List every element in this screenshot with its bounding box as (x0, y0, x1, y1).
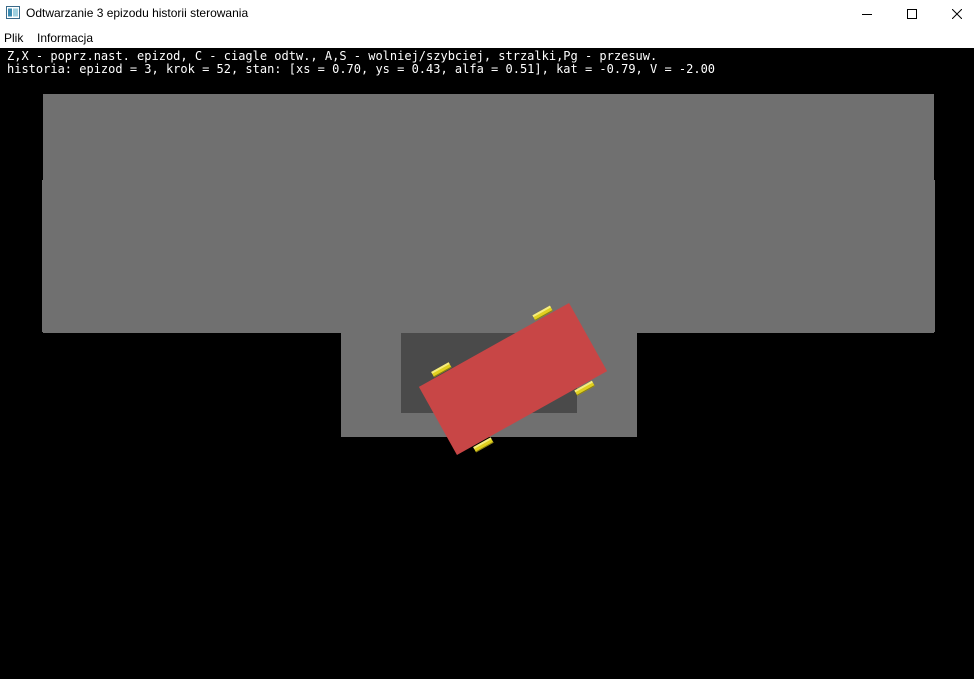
road-area (43, 94, 934, 333)
title-bar: Odtwarzanie 3 epizodu historii sterowani… (0, 0, 974, 28)
road-edge-right (932, 180, 935, 332)
parking-scene (42, 94, 935, 455)
menu-informacja[interactable]: Informacja (37, 31, 93, 45)
road-edge-left (42, 180, 44, 332)
window-title: Odtwarzanie 3 epizodu historii sterowani… (26, 6, 249, 20)
maximize-icon (907, 9, 917, 19)
menu-bar: Plik Informacja (0, 28, 974, 48)
close-button[interactable] (934, 0, 974, 28)
simulation-viewport[interactable]: Z,X - poprz.nast. epizod, C - ciagle odt… (0, 48, 974, 679)
close-icon (952, 9, 962, 19)
app-window-icon (6, 6, 20, 19)
maximize-button[interactable] (889, 0, 935, 28)
hud-state-readout: historia: epizod = 3, krok = 52, stan: [… (7, 62, 716, 76)
minimize-button[interactable] (844, 0, 890, 28)
menu-plik[interactable]: Plik (4, 31, 23, 45)
minimize-icon (862, 14, 872, 15)
